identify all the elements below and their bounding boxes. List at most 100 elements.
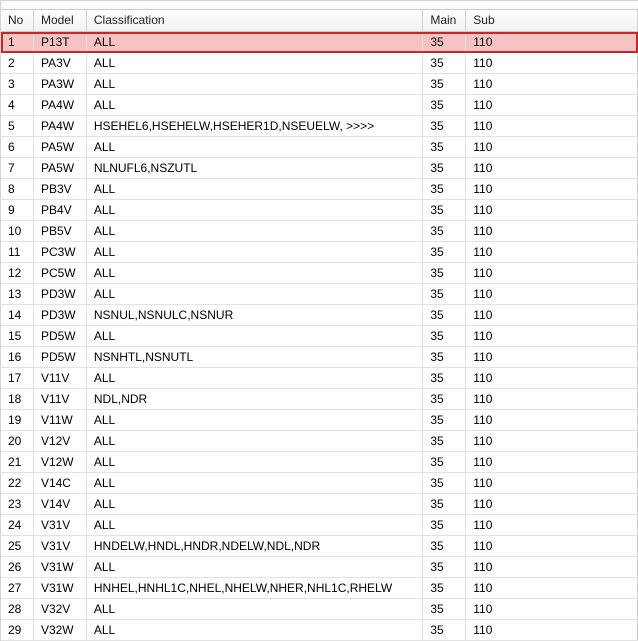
- cell-main: 35: [423, 179, 467, 199]
- cell-sub: 110: [466, 515, 638, 535]
- cell-classification: ALL: [87, 74, 424, 94]
- table-row[interactable]: 7 PA5W NLNUFL6,NSZUTL 35 110: [1, 158, 638, 179]
- table-row[interactable]: 8 PB3V ALL 35 110: [1, 179, 638, 200]
- table-row[interactable]: 18 V11V NDL,NDR 35 110: [1, 389, 638, 410]
- table-row[interactable]: 28 V32V ALL 35 110: [1, 599, 638, 620]
- cell-main: 35: [423, 53, 467, 73]
- cell-sub: 110: [466, 305, 638, 325]
- cell-classification: ALL: [87, 473, 424, 493]
- cell-model: PD3W: [34, 305, 87, 325]
- cell-no: 22: [1, 473, 34, 493]
- table-row[interactable]: 6 PA5W ALL 35 110: [1, 137, 638, 158]
- cell-model: PB4V: [34, 200, 87, 220]
- column-header-sub[interactable]: Sub: [466, 10, 638, 31]
- cell-main: 35: [423, 599, 467, 619]
- table-row[interactable]: 27 V31W HNHEL,HNHL1C,NHEL,NHELW,NHER,NHL…: [1, 578, 638, 599]
- cell-classification: ALL: [87, 515, 424, 535]
- table-row[interactable]: 23 V14V ALL 35 110: [1, 494, 638, 515]
- table-row[interactable]: 29 V32W ALL 35 110: [1, 620, 638, 641]
- cell-no: 1: [1, 32, 34, 52]
- table-row[interactable]: 5 PA4W HSEHEL6,HSEHELW,HSEHER1D,NSEUELW,…: [1, 116, 638, 137]
- table-row[interactable]: 24 V31V ALL 35 110: [1, 515, 638, 536]
- cell-main: 35: [423, 305, 467, 325]
- table-row[interactable]: 11 PC3W ALL 35 110: [1, 242, 638, 263]
- cell-sub: 110: [466, 473, 638, 493]
- table-row[interactable]: 26 V31W ALL 35 110: [1, 557, 638, 578]
- cell-classification: ALL: [87, 95, 424, 115]
- cell-sub: 110: [466, 536, 638, 556]
- cell-classification: ALL: [87, 431, 424, 451]
- table-row[interactable]: 1 P13T ALL 35 110: [1, 32, 638, 53]
- table-row[interactable]: 4 PA4W ALL 35 110: [1, 95, 638, 116]
- table-row[interactable]: 15 PD5W ALL 35 110: [1, 326, 638, 347]
- column-header-main[interactable]: Main: [423, 10, 467, 31]
- cell-no: 19: [1, 410, 34, 430]
- column-header-model[interactable]: Model: [34, 10, 87, 31]
- cell-sub: 110: [466, 158, 638, 178]
- table-row[interactable]: 16 PD5W NSNHTL,NSNUTL 35 110: [1, 347, 638, 368]
- cell-sub: 110: [466, 620, 638, 640]
- cell-model: PB5V: [34, 221, 87, 241]
- cell-model: V32V: [34, 599, 87, 619]
- table-row[interactable]: 12 PC5W ALL 35 110: [1, 263, 638, 284]
- cell-no: 26: [1, 557, 34, 577]
- cell-model: PA3W: [34, 74, 87, 94]
- cell-classification: ALL: [87, 53, 424, 73]
- cell-main: 35: [423, 32, 467, 52]
- table-row[interactable]: 21 V12W ALL 35 110: [1, 452, 638, 473]
- cell-model: PA4W: [34, 116, 87, 136]
- table-body: 1 P13T ALL 35 110 2 PA3V ALL 35 110 3 PA…: [1, 32, 638, 641]
- cell-model: PA5W: [34, 137, 87, 157]
- table-row[interactable]: 2 PA3V ALL 35 110: [1, 53, 638, 74]
- table-row[interactable]: 9 PB4V ALL 35 110: [1, 200, 638, 221]
- cell-no: 24: [1, 515, 34, 535]
- cell-model: V14V: [34, 494, 87, 514]
- table-row[interactable]: 25 V31V HNDELW,HNDL,HNDR,NDELW,NDL,NDR 3…: [1, 536, 638, 557]
- cell-no: 6: [1, 137, 34, 157]
- cell-no: 4: [1, 95, 34, 115]
- cell-model: PA4W: [34, 95, 87, 115]
- cell-no: 2: [1, 53, 34, 73]
- cell-main: 35: [423, 557, 467, 577]
- cell-model: V11V: [34, 368, 87, 388]
- cell-main: 35: [423, 578, 467, 598]
- cell-model: V14C: [34, 473, 87, 493]
- table-row[interactable]: 10 PB5V ALL 35 110: [1, 221, 638, 242]
- cell-classification: ALL: [87, 32, 424, 52]
- cell-main: 35: [423, 347, 467, 367]
- table-row[interactable]: 22 V14C ALL 35 110: [1, 473, 638, 494]
- table-row[interactable]: 14 PD3W NSNUL,NSNULC,NSNUR 35 110: [1, 305, 638, 326]
- table-row[interactable]: 17 V11V ALL 35 110: [1, 368, 638, 389]
- cell-classification: ALL: [87, 200, 424, 220]
- cell-classification: ALL: [87, 452, 424, 472]
- cell-no: 10: [1, 221, 34, 241]
- cell-main: 35: [423, 158, 467, 178]
- cell-main: 35: [423, 326, 467, 346]
- cell-no: 16: [1, 347, 34, 367]
- cell-model: V12W: [34, 452, 87, 472]
- cell-model: V32W: [34, 620, 87, 640]
- table-row[interactable]: 3 PA3W ALL 35 110: [1, 74, 638, 95]
- cell-sub: 110: [466, 599, 638, 619]
- column-header-classification[interactable]: Classification: [87, 10, 424, 31]
- cell-no: 11: [1, 242, 34, 262]
- cell-sub: 110: [466, 221, 638, 241]
- cell-model: V31V: [34, 515, 87, 535]
- cell-no: 3: [1, 74, 34, 94]
- cell-no: 5: [1, 116, 34, 136]
- cell-main: 35: [423, 200, 467, 220]
- table-row[interactable]: 20 V12V ALL 35 110: [1, 431, 638, 452]
- cell-model: P13T: [34, 32, 87, 52]
- table-row[interactable]: 19 V11W ALL 35 110: [1, 410, 638, 431]
- column-header-no[interactable]: No: [1, 10, 34, 31]
- cell-sub: 110: [466, 263, 638, 283]
- table-header: No Model Classification Main Sub: [1, 10, 638, 32]
- table-row[interactable]: 13 PD3W ALL 35 110: [1, 284, 638, 305]
- cell-no: 13: [1, 284, 34, 304]
- cell-sub: 110: [466, 137, 638, 157]
- cell-sub: 110: [466, 452, 638, 472]
- cell-sub: 110: [466, 347, 638, 367]
- cell-main: 35: [423, 95, 467, 115]
- cell-sub: 110: [466, 389, 638, 409]
- cell-main: 35: [423, 242, 467, 262]
